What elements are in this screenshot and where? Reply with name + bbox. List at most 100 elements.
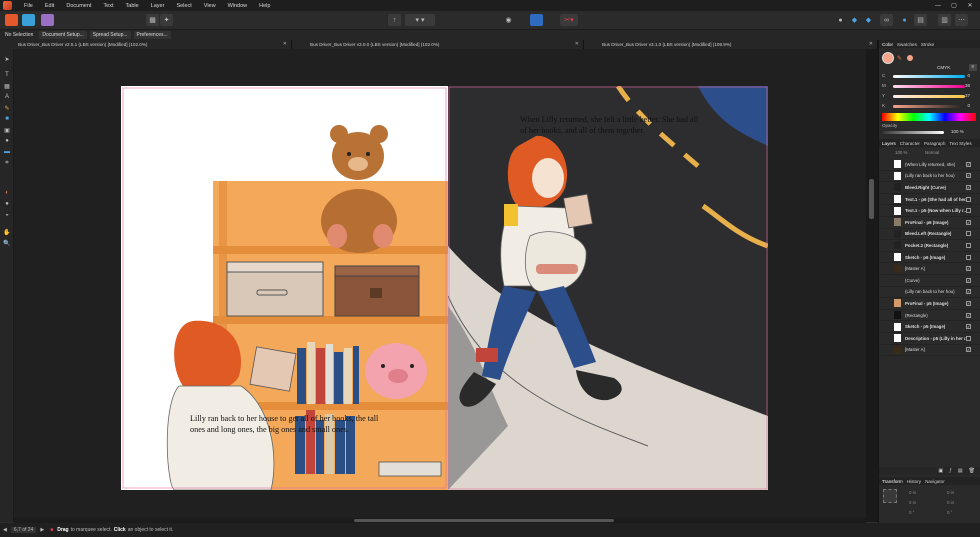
layer-row[interactable]: Sketch - p5 (Image) ✓ xyxy=(879,321,980,333)
artistic-text-tool-icon[interactable]: A xyxy=(3,93,11,101)
layer-visibility-checkbox[interactable]: ✓ xyxy=(966,312,971,318)
opacity-value[interactable]: 100 % xyxy=(951,129,964,134)
transparency-tool-icon[interactable]: ◒ xyxy=(3,211,11,219)
delete-layer-icon[interactable]: 🗑 xyxy=(969,468,975,474)
shear-field[interactable]: 0 ° xyxy=(947,510,952,515)
slider-value[interactable]: 37 xyxy=(965,93,970,98)
ellipse-tool-icon[interactable]: ● xyxy=(3,137,11,145)
add-pixel-layer-icon[interactable]: ▤ xyxy=(958,468,963,474)
layer-row[interactable]: Text.1 - p6 (She had all of her... xyxy=(879,194,980,206)
rotation-field[interactable]: 0 ° xyxy=(909,510,914,515)
layer-row[interactable]: ProFinal - p6 (Image) ✓ xyxy=(879,217,980,229)
insert-text-icon[interactable]: ◆ xyxy=(848,14,861,26)
tab-transform[interactable]: Transform xyxy=(882,479,903,484)
menu-layer[interactable]: Layer xyxy=(145,3,171,9)
layer-row[interactable]: Description - p5 (Lilly in her r... xyxy=(879,333,980,345)
slider-value[interactable]: 38 xyxy=(965,83,970,88)
crop-tool-icon[interactable]: ⌗ xyxy=(3,159,11,167)
link-icon[interactable]: ∞ xyxy=(880,14,893,26)
layer-row[interactable]: (Lilly ran back to her hou) ✓ xyxy=(879,287,980,299)
layer-visibility-checkbox[interactable] xyxy=(966,208,971,214)
align-icon[interactable]: ▤ xyxy=(914,14,927,26)
vertical-scrollbar[interactable] xyxy=(866,49,878,522)
close-tab-icon[interactable]: ✕ xyxy=(283,41,287,47)
blend-mode-select[interactable]: Normal xyxy=(925,150,939,155)
tab-swatches[interactable]: Swatches xyxy=(897,42,917,47)
minimize-icon[interactable]: — xyxy=(930,0,946,11)
close-tab-icon[interactable]: ✕ xyxy=(869,41,873,47)
layer-row[interactable]: Sketch - p6 (Image) xyxy=(879,252,980,264)
color-picker-icon[interactable]: ● xyxy=(3,200,11,208)
layer-visibility-checkbox[interactable]: ✓ xyxy=(966,161,971,167)
layer-opacity-field[interactable]: 100 % xyxy=(895,150,907,155)
layer-row[interactable]: (Rectangle) ✓ xyxy=(879,310,980,322)
magenta-slider[interactable] xyxy=(893,85,965,88)
move-tool-icon[interactable]: ➤ xyxy=(3,55,11,63)
menu-edit[interactable]: Edit xyxy=(39,3,60,9)
right-page-text-frame[interactable]: When Lilly returned, she felt a little b… xyxy=(520,114,705,136)
layer-visibility-checkbox[interactable] xyxy=(966,335,971,341)
menu-view[interactable]: View xyxy=(198,3,222,9)
layer-visibility-checkbox[interactable]: ✓ xyxy=(966,277,971,283)
tab-character[interactable]: Character xyxy=(900,141,920,146)
x-field[interactable]: 0 in xyxy=(909,490,916,495)
rectangle-tool-icon[interactable]: ■ xyxy=(3,115,11,123)
insert-image-icon[interactable]: ◆ xyxy=(862,14,875,26)
h-field[interactable]: 0 in xyxy=(947,500,954,505)
arrange-icon[interactable]: ▾ ▾ xyxy=(405,14,435,26)
designer-persona-icon[interactable] xyxy=(41,14,54,26)
stroke-pen-icon[interactable]: ✎ xyxy=(897,55,902,62)
layer-visibility-checkbox[interactable] xyxy=(966,231,971,237)
prev-page-icon[interactable]: ◀ xyxy=(3,527,7,533)
layer-visibility-checkbox[interactable] xyxy=(966,242,971,248)
layer-visibility-checkbox[interactable]: ✓ xyxy=(966,184,971,190)
picture-frame-tool-icon[interactable]: ▣ xyxy=(3,126,11,134)
layer-visibility-checkbox[interactable]: ✓ xyxy=(966,324,971,330)
hand-tool-icon[interactable]: ✋ xyxy=(3,228,11,236)
y-field[interactable]: 0 in xyxy=(947,490,954,495)
color-mode-select[interactable]: CMYK xyxy=(937,65,950,70)
layer-visibility-checkbox[interactable] xyxy=(966,196,971,202)
scroll-thumb[interactable] xyxy=(354,519,614,522)
assistant-icon[interactable]: ● xyxy=(834,14,847,26)
add-layer-icon[interactable]: ▣ xyxy=(938,468,943,474)
layer-row[interactable]: ProFinal - p5 (Image) ✓ xyxy=(879,298,980,310)
cyan-slider[interactable] xyxy=(893,75,965,78)
layer-row[interactable]: (When Lilly returned, she) ✓ xyxy=(879,159,980,171)
slider-value[interactable]: 0 xyxy=(967,103,970,108)
distribute-icon[interactable]: ▥ xyxy=(938,14,951,26)
pen-tool-icon[interactable]: ✎ xyxy=(3,104,11,112)
layer-row[interactable]: Text.1 - p5 (Now when Lilly r... xyxy=(879,205,980,217)
layer-visibility-checkbox[interactable] xyxy=(966,254,971,260)
tab-history[interactable]: History xyxy=(907,479,921,484)
yellow-slider[interactable] xyxy=(893,95,965,98)
tab-text-styles[interactable]: Text Styles xyxy=(949,141,971,146)
document-tab[interactable]: Bus Driver_Bus Driver v3.0.0 (LBS versio… xyxy=(292,40,584,49)
menu-file[interactable]: File xyxy=(18,3,39,9)
document-tab[interactable]: Bus Driver_Bus Driver v2.5.1 (LBS versio… xyxy=(0,40,292,49)
star-icon[interactable]: ✦ xyxy=(160,14,173,26)
layer-row[interactable]: [Master A] ✓ xyxy=(879,345,980,357)
close-tab-icon[interactable]: ✕ xyxy=(575,41,579,47)
menu-table[interactable]: Table xyxy=(120,3,145,9)
layer-row[interactable]: (Lilly ran back to her hou) ✓ xyxy=(879,171,980,183)
menu-text[interactable]: Text xyxy=(97,3,119,9)
fx-icon[interactable]: ƒ xyxy=(949,468,952,474)
anchor-point-selector[interactable] xyxy=(883,489,897,503)
scroll-thumb[interactable] xyxy=(869,179,874,219)
document-setup-button[interactable]: Document Setup... xyxy=(39,31,87,39)
layer-row[interactable]: Bleed.Right (Curve) ✓ xyxy=(879,182,980,194)
layer-row[interactable]: (Curve) ✓ xyxy=(879,275,980,287)
key-slider[interactable] xyxy=(893,105,965,108)
tab-navigator[interactable]: Navigator xyxy=(925,479,945,484)
document-tab[interactable]: Bus Driver_Bus Driver v3.1.0 (LBS versio… xyxy=(584,40,878,49)
stroke-color-swatch[interactable] xyxy=(907,55,913,61)
spread-setup-button[interactable]: Spread Setup... xyxy=(89,31,131,39)
menu-document[interactable]: Document xyxy=(60,3,97,9)
right-page[interactable]: When Lilly returned, she felt a little b… xyxy=(448,86,768,490)
layer-visibility-checkbox[interactable]: ✓ xyxy=(966,173,971,179)
layer-row[interactable]: Pocket.2 (Rectangle) xyxy=(879,240,980,252)
close-icon[interactable]: ✕ xyxy=(962,0,978,11)
page-indicator[interactable]: 6,7 of 24 xyxy=(10,527,37,533)
page-spread[interactable]: Lilly ran back to her house to get all o… xyxy=(121,86,768,490)
